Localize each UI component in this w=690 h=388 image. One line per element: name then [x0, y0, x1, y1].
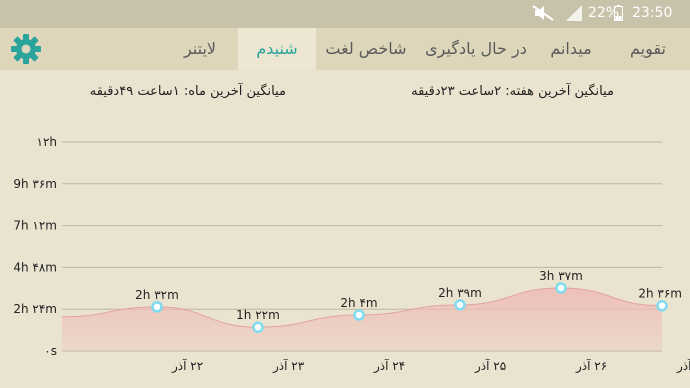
- y-tick-label: ۱۲h: [37, 135, 58, 149]
- data-point: [454, 299, 466, 311]
- y-tick-label: 4h ۴۸m: [13, 260, 57, 274]
- data-point: [151, 301, 163, 313]
- listening-time-chart: ۰s 2h ۲۴m 4h ۴۸m 7h ۱۲m 9h ۳۶m ۱۲h 2h ۳۲m 1h ۲…: [13, 135, 690, 374]
- data-label: 1h ۲۲m: [236, 308, 280, 322]
- data-label: 2h ۴m: [340, 296, 377, 310]
- data-point: [555, 282, 567, 294]
- y-tick-label: 9h ۳۶m: [13, 177, 57, 191]
- x-tick-label: ۲۴ آذر: [373, 358, 405, 374]
- data-label: 2h ۳۹m: [438, 286, 482, 300]
- x-tick-label: ۲۵ آذر: [474, 358, 506, 374]
- data-label: 3h ۳۷m: [539, 269, 583, 283]
- y-tick-label: 7h ۱۲m: [13, 219, 57, 233]
- x-tick-label: ۲۶ آذر: [575, 358, 607, 374]
- data-point: [252, 321, 264, 333]
- data-point: [353, 309, 365, 321]
- y-tick-label: ۰s: [44, 344, 57, 358]
- x-tick-label: ۲۲ آذر: [171, 358, 203, 374]
- x-tick-label: ۲۷ آذر: [676, 358, 690, 374]
- data-label: 2h ۳۶m: [638, 287, 682, 301]
- data-point: [656, 299, 668, 312]
- data-label: 2h ۳۲m: [135, 288, 179, 302]
- y-tick-label: 2h ۲۴m: [13, 302, 57, 316]
- x-tick-label: ۲۳ آذر: [272, 358, 305, 374]
